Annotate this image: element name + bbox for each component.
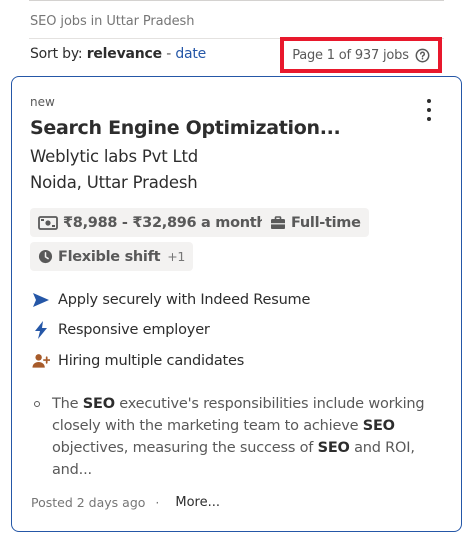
sort-separator: - — [166, 46, 172, 62]
page-count-text: Page 1 of 937 jobs — [292, 47, 409, 63]
shift-more-count: +1 — [167, 249, 186, 264]
send-arrow-icon — [32, 291, 50, 309]
lightning-icon — [32, 321, 50, 339]
card-footer: Posted 2 days ago · More... — [31, 495, 220, 510]
feature-apply-resume: Apply securely with Indeed Resume — [32, 291, 310, 309]
job-search-results: SEO jobs in Uttar Pradesh Sort by: relev… — [0, 0, 474, 543]
sort-bar: Sort by: relevance - date — [30, 46, 206, 62]
posted-date: Posted 2 days ago — [31, 495, 146, 510]
job-location: Noida, Uttar Pradesh — [30, 173, 198, 192]
shift-chip: Flexible shift +1 — [30, 242, 194, 271]
job-type-chip: Full-time — [262, 208, 369, 237]
job-title[interactable]: Search Engine Optimization... — [30, 117, 341, 139]
salary-chip: ₹8,988 - ₹32,896 a month — [30, 208, 275, 237]
feature-responsive-employer: Responsive employer — [32, 321, 210, 339]
feature-hiring-multiple: Hiring multiple candidates — [32, 352, 244, 370]
feature-text: Responsive employer — [58, 322, 210, 338]
more-options-icon[interactable] — [423, 99, 435, 121]
question-circle-icon[interactable] — [415, 48, 430, 63]
company-name: Weblytic labs Pvt Ltd — [30, 147, 199, 166]
salary-text: ₹8,988 - ₹32,896 a month — [63, 214, 267, 231]
more-link[interactable]: More... — [175, 495, 220, 510]
sort-label: Sort by: — [30, 46, 83, 62]
divider — [29, 0, 444, 1]
new-badge: new — [30, 95, 55, 109]
feature-text: Hiring multiple candidates — [58, 353, 245, 369]
page-count: Page 1 of 937 jobs — [280, 37, 442, 73]
shift-text: Flexible shift — [58, 248, 161, 265]
breadcrumb: SEO jobs in Uttar Pradesh — [30, 14, 195, 29]
footer-separator: · — [155, 495, 160, 510]
money-icon — [38, 215, 58, 230]
job-card[interactable]: new Search Engine Optimization... Weblyt… — [11, 76, 462, 532]
clock-icon — [38, 249, 53, 264]
job-snippet: The SEO executive's responsibilities inc… — [34, 393, 434, 481]
add-person-icon — [32, 352, 50, 370]
snippet-text: The SEO executive's responsibilities inc… — [52, 396, 425, 478]
job-type-text: Full-time — [291, 214, 361, 231]
briefcase-icon — [271, 215, 285, 229]
sort-relevance: relevance — [86, 46, 162, 62]
feature-text: Apply securely with Indeed Resume — [58, 292, 311, 308]
list-bullet — [34, 401, 40, 407]
sort-by-date-link[interactable]: date — [175, 46, 206, 62]
